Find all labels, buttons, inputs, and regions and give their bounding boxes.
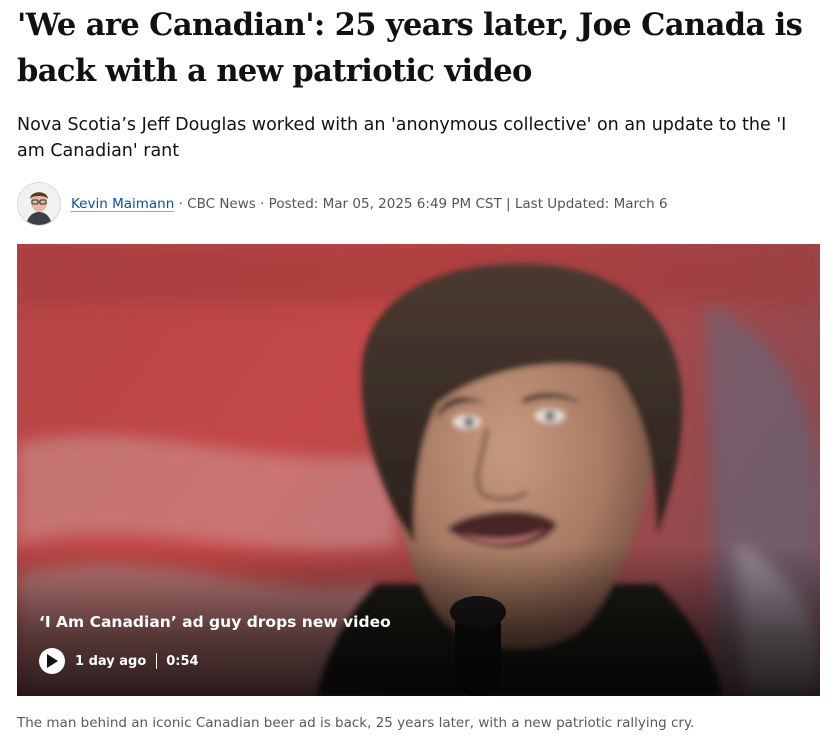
video-title[interactable]: ‘I Am Canadian’ ad guy drops new video — [39, 613, 391, 631]
play-button[interactable] — [39, 648, 65, 674]
article-headline: 'We are Canadian': 25 years later, Joe C… — [17, 7, 803, 89]
byline-text: Kevin Maimann · CBC News · Posted: Mar 0… — [71, 194, 668, 214]
video-duration: 0:54 — [166, 653, 199, 669]
video-meta: 1 day ago 0:54 — [39, 648, 199, 674]
video-age: 1 day ago — [75, 653, 147, 669]
video-caption: The man behind an iconic Canadian beer a… — [17, 715, 695, 731]
author-link[interactable]: Kevin Maimann — [71, 196, 174, 212]
video-player[interactable]: ‘I Am Canadian’ ad guy drops new video 1… — [17, 244, 820, 696]
author-headshot-icon — [18, 183, 60, 225]
author-avatar[interactable] — [17, 182, 61, 226]
article-deck: Nova Scotia’s Jeff Douglas worked with a… — [17, 115, 787, 161]
meta-divider — [156, 653, 158, 669]
byline-meta: · CBC News · Posted: Mar 05, 2025 6:49 P… — [174, 196, 668, 212]
byline: Kevin Maimann · CBC News · Posted: Mar 0… — [17, 182, 820, 226]
play-icon — [47, 654, 58, 668]
